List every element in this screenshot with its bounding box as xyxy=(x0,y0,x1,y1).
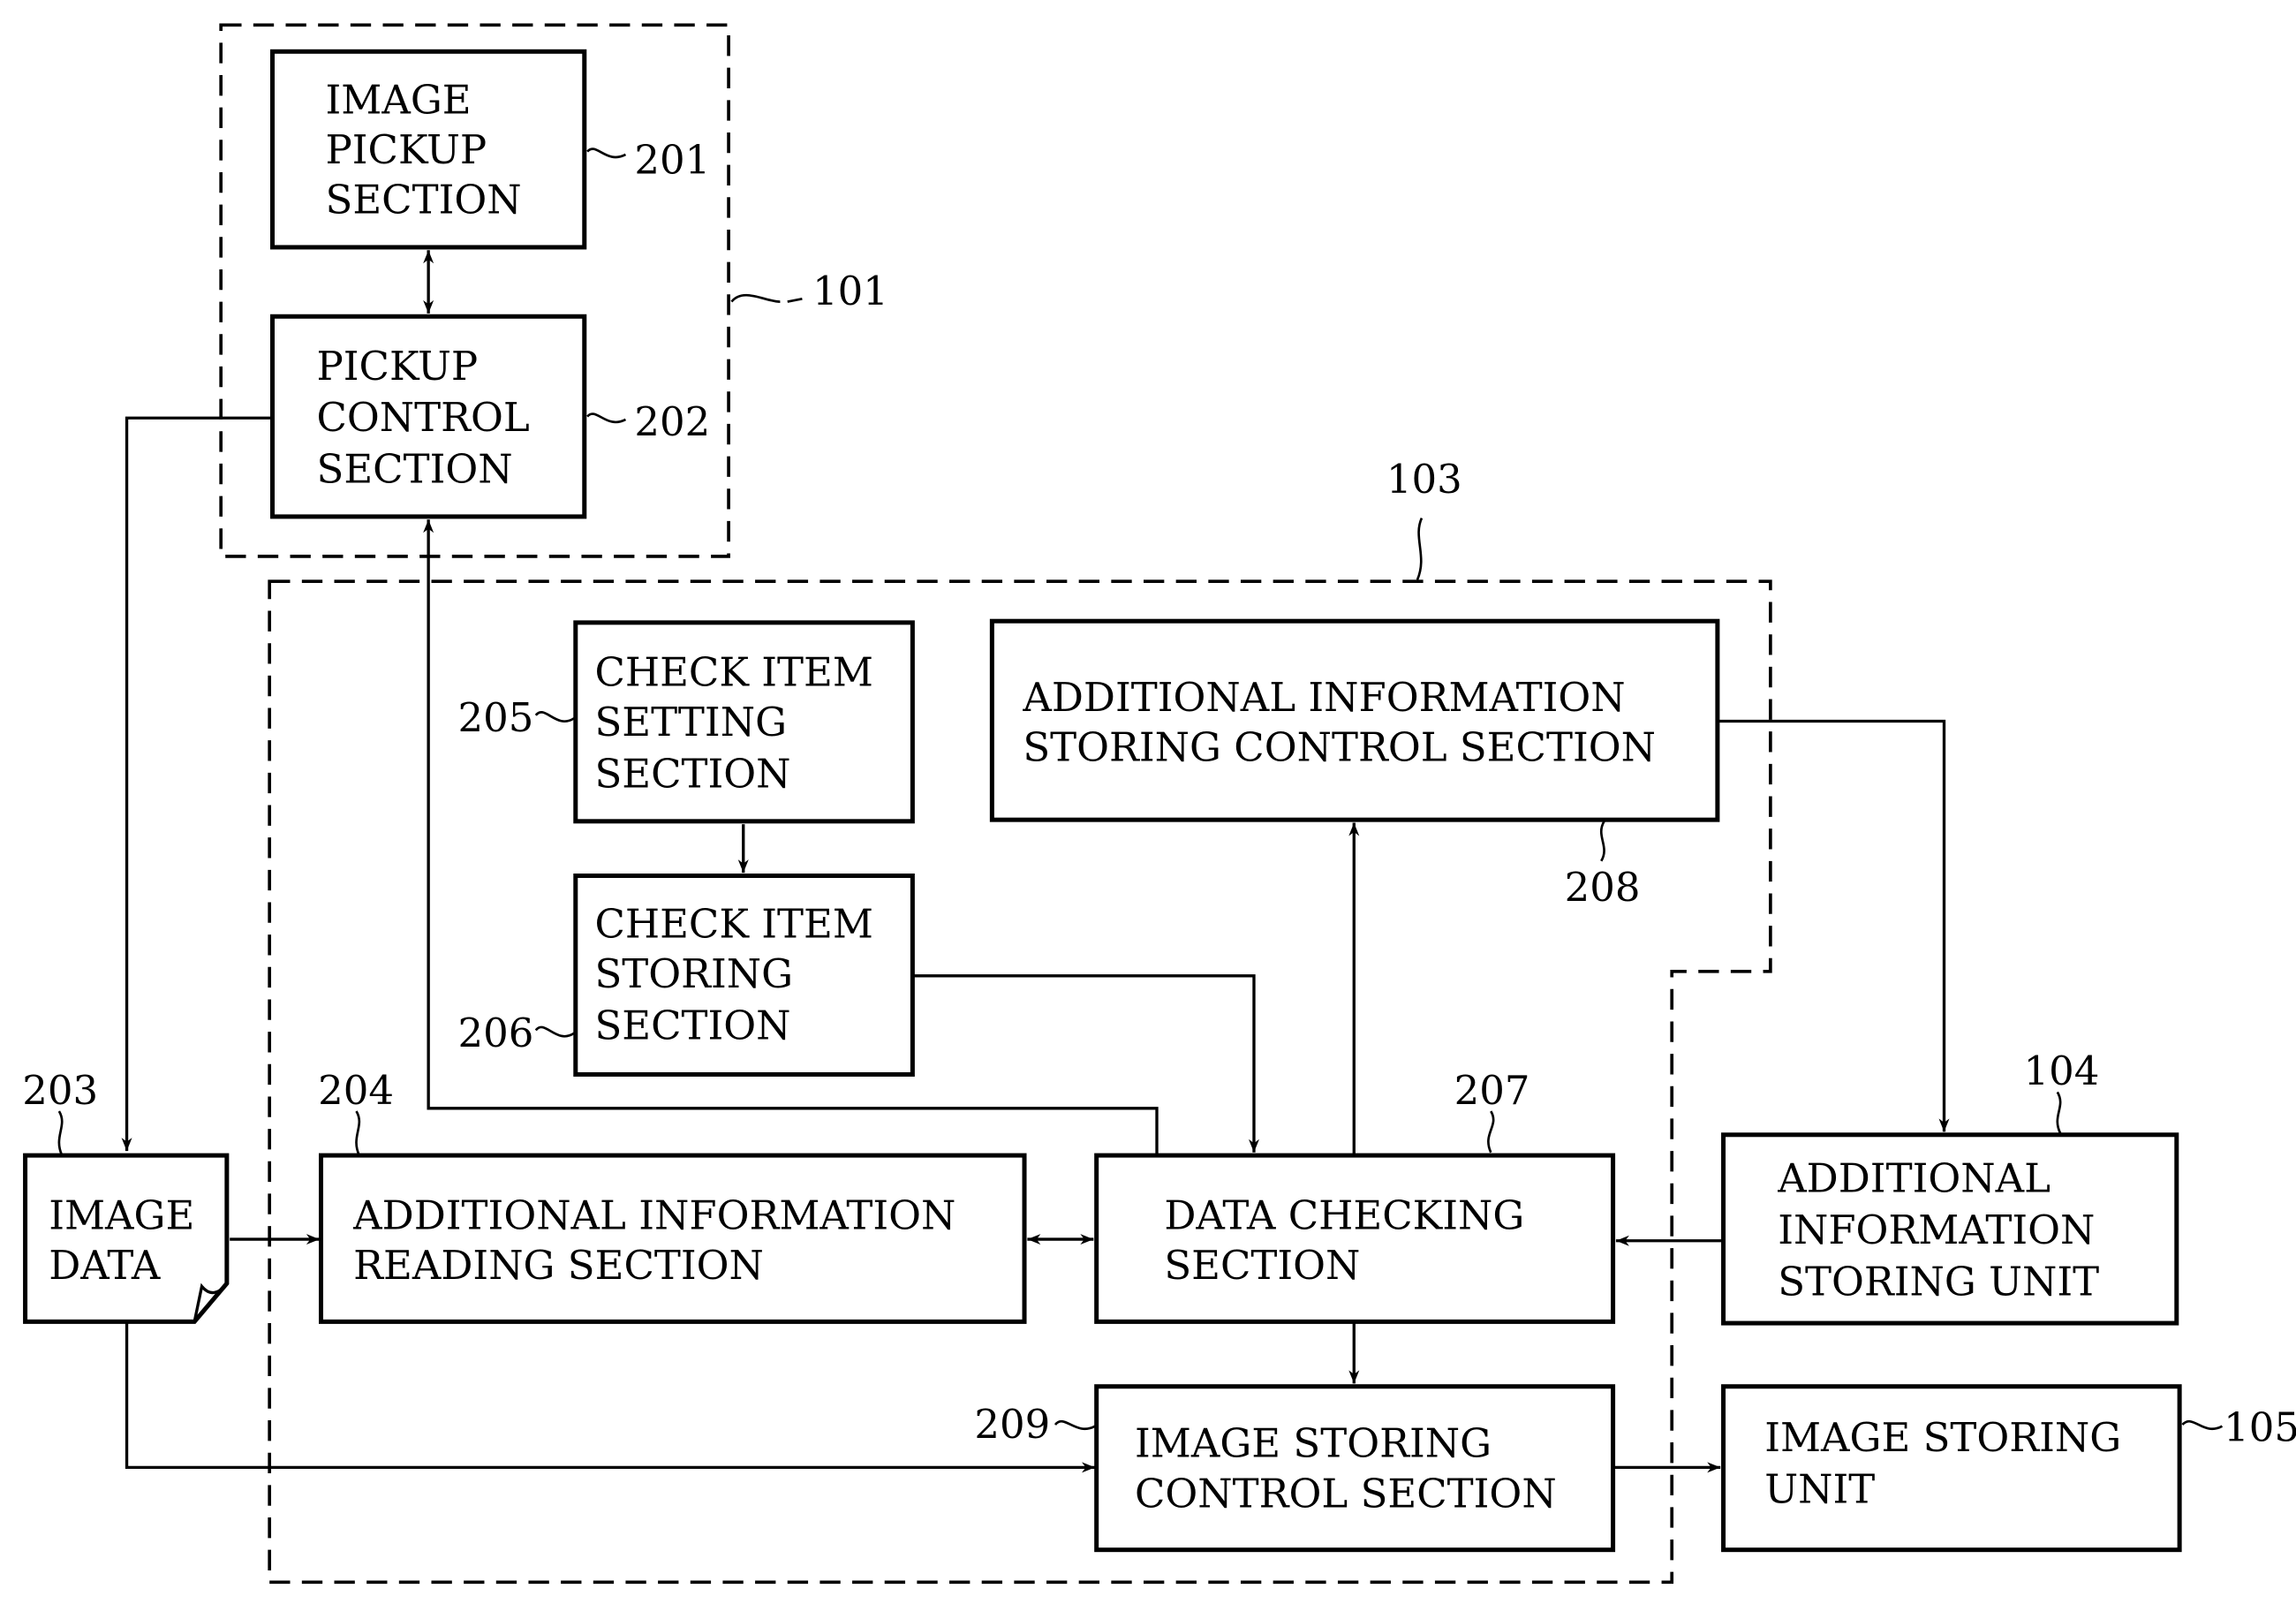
block-104-line: ADDITIONAL xyxy=(1777,1155,2051,1202)
svg-text:CONTROL SECTION: CONTROL SECTION xyxy=(1135,1470,1557,1517)
block-105-line: UNIT xyxy=(1764,1465,1875,1512)
block-additional-information-storing-unit[interactable]: ADDITIONAL INFORMATION STORING UNIT xyxy=(1721,1132,2179,1326)
block-205-line: SECTION xyxy=(594,751,790,798)
block-204-line: ADDITIONAL INFORMATION xyxy=(352,1192,955,1238)
block-209-line: CONTROL SECTION xyxy=(1135,1470,1557,1517)
block-206-line: SECTION xyxy=(594,1002,790,1048)
svg-text:DATA CHECKING: DATA CHECKING xyxy=(1164,1192,1524,1238)
block-205-line: SETTING xyxy=(594,699,787,745)
block-206-line: CHECK ITEM xyxy=(594,900,872,947)
svg-text:ADDITIONAL INFORMATION: ADDITIONAL INFORMATION xyxy=(1022,674,1625,721)
ref-204: 204 xyxy=(318,1067,394,1114)
block-additional-information-reading-section[interactable]: ADDITIONAL INFORMATION READING SECTION xyxy=(319,1153,1027,1324)
ref-105: 105 xyxy=(2224,1403,2296,1450)
block-202-line: PICKUP xyxy=(317,343,479,390)
group-101-ref: 101 xyxy=(812,268,888,314)
block-203-line: DATA xyxy=(49,1242,161,1289)
block-105-line: IMAGE STORING xyxy=(1764,1414,2121,1461)
block-104-line: INFORMATION xyxy=(1778,1207,2095,1253)
ref-202: 202 xyxy=(634,398,710,445)
block-201-line: IMAGE xyxy=(326,76,472,123)
block-image-storing-unit[interactable]: IMAGE STORING UNIT xyxy=(1721,1384,2182,1553)
svg-text:SECTION: SECTION xyxy=(317,446,513,493)
ref-204-leader xyxy=(355,1110,361,1156)
block-image-pickup-section[interactable]: IMAGE PICKUP SECTION xyxy=(270,49,587,250)
ref-206-leader xyxy=(534,1025,575,1038)
svg-text:UNIT: UNIT xyxy=(1764,1465,1875,1512)
ref-104: 104 xyxy=(2023,1048,2099,1094)
block-207-line: SECTION xyxy=(1164,1242,1360,1289)
svg-text:IMAGE: IMAGE xyxy=(49,1192,194,1238)
block-pickup-control-section[interactable]: PICKUP CONTROL SECTION xyxy=(270,314,587,519)
svg-text:SECTION: SECTION xyxy=(594,1002,790,1048)
svg-text:IMAGE STORING: IMAGE STORING xyxy=(1135,1420,1492,1467)
block-data-checking-section[interactable]: DATA CHECKING SECTION xyxy=(1094,1153,1616,1324)
group-103-leader xyxy=(1416,518,1424,581)
svg-text:IMAGE STORING: IMAGE STORING xyxy=(1764,1414,2121,1461)
svg-text:SECTION: SECTION xyxy=(594,751,790,798)
block-209-line: IMAGE STORING xyxy=(1135,1420,1492,1467)
block-203-line: IMAGE xyxy=(49,1192,194,1238)
svg-text:STORING CONTROL SECTION: STORING CONTROL SECTION xyxy=(1023,724,1656,771)
svg-text:DATA: DATA xyxy=(49,1242,161,1289)
ref-203-leader xyxy=(57,1110,64,1156)
block-check-item-storing-section[interactable]: CHECK ITEM STORING SECTION xyxy=(573,873,915,1077)
svg-text:SETTING: SETTING xyxy=(594,699,787,745)
svg-text:INFORMATION: INFORMATION xyxy=(1778,1207,2095,1253)
block-206-line: STORING xyxy=(594,950,793,997)
ref-104-leader xyxy=(2056,1091,2062,1134)
block-204-line: READING SECTION xyxy=(353,1242,764,1289)
block-208-line: STORING CONTROL SECTION xyxy=(1023,724,1656,771)
svg-text:PICKUP: PICKUP xyxy=(317,343,479,390)
ref-208-leader xyxy=(1599,821,1605,862)
connector-203-to-209 xyxy=(125,1321,1096,1473)
ref-206: 206 xyxy=(457,1010,533,1056)
block-207-line: DATA CHECKING xyxy=(1164,1192,1524,1238)
svg-text:CHECK ITEM: CHECK ITEM xyxy=(594,900,872,947)
svg-text:CONTROL: CONTROL xyxy=(317,394,530,441)
block-image-storing-control-section[interactable]: IMAGE STORING CONTROL SECTION xyxy=(1094,1384,1616,1553)
block-check-item-setting-section[interactable]: CHECK ITEM SETTING SECTION xyxy=(573,620,915,824)
group-101-leader xyxy=(730,293,803,303)
svg-text:IMAGE: IMAGE xyxy=(326,76,472,123)
connector-202-to-203 xyxy=(121,416,273,1152)
svg-text:STORING UNIT: STORING UNIT xyxy=(1778,1258,2099,1305)
block-104-line: STORING UNIT xyxy=(1778,1258,2099,1305)
block-201-line: SECTION xyxy=(326,177,522,223)
connector-208-to-104 xyxy=(1717,719,1950,1132)
ref-207: 207 xyxy=(1454,1067,1530,1114)
ref-203: 203 xyxy=(22,1067,98,1114)
ref-201-leader xyxy=(586,148,627,159)
svg-text:PICKUP: PICKUP xyxy=(326,126,487,173)
svg-text:ADDITIONAL: ADDITIONAL xyxy=(1777,1155,2051,1202)
ref-202-leader xyxy=(586,412,627,424)
svg-text:SECTION: SECTION xyxy=(326,177,522,223)
svg-text:ADDITIONAL INFORMATION: ADDITIONAL INFORMATION xyxy=(352,1192,955,1238)
svg-text:CHECK ITEM: CHECK ITEM xyxy=(594,649,872,696)
ref-209: 209 xyxy=(974,1401,1050,1448)
block-205-line: CHECK ITEM xyxy=(594,649,872,696)
ref-208: 208 xyxy=(1565,864,1641,911)
block-201-line: PICKUP xyxy=(326,126,487,173)
block-diagram: 101 103 IMAGE PICKUP SECTION 201 PICKUP … xyxy=(22,23,2296,1585)
ref-205-leader xyxy=(534,711,575,722)
ref-209-leader xyxy=(1054,1419,1096,1430)
block-additional-information-storing-control-section[interactable]: ADDITIONAL INFORMATION STORING CONTROL S… xyxy=(989,618,1720,822)
block-image-data[interactable]: IMAGE DATA xyxy=(23,1153,230,1324)
block-208-line: ADDITIONAL INFORMATION xyxy=(1022,674,1625,721)
block-202-line: CONTROL xyxy=(317,394,530,441)
group-103-ref: 103 xyxy=(1386,456,1462,503)
connector-206-to-207 xyxy=(912,974,1259,1153)
svg-text:READING SECTION: READING SECTION xyxy=(353,1242,764,1289)
block-202-line: SECTION xyxy=(317,446,513,493)
ref-205: 205 xyxy=(457,694,533,741)
ref-207-leader xyxy=(1487,1110,1495,1154)
ref-105-leader xyxy=(2181,1419,2224,1430)
svg-text:STORING: STORING xyxy=(594,950,793,997)
ref-201: 201 xyxy=(634,137,710,184)
svg-text:SECTION: SECTION xyxy=(1164,1242,1360,1289)
